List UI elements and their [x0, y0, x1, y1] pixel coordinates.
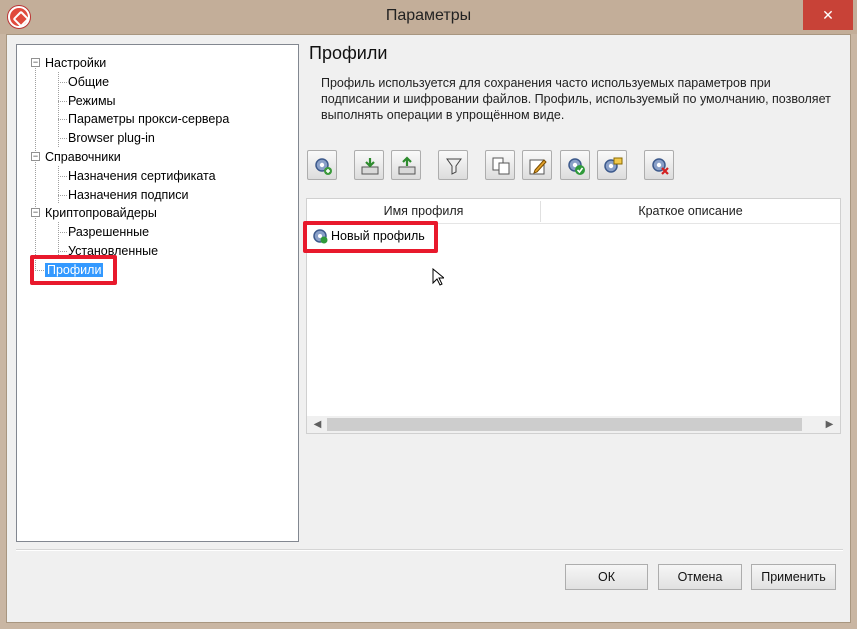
edit-profile-button[interactable] [522, 150, 552, 180]
tree-line [58, 232, 67, 233]
dialog-client-area: − Настройки Общие Режимы Параметры прокс… [6, 34, 851, 623]
apply-button[interactable]: Применить [751, 564, 836, 590]
tree-item-browser-plugin[interactable]: Browser plug-in [68, 129, 155, 147]
highlight-frame [303, 221, 438, 253]
export-profile-icon [398, 156, 416, 175]
tree-item-general[interactable]: Общие [68, 73, 109, 91]
tree-item-signature-purposes[interactable]: Назначения подписи [68, 186, 188, 204]
edit-profile-icon [529, 159, 547, 175]
collapse-toggle-icon[interactable]: − [31, 152, 40, 161]
window-title: Параметры [385, 7, 472, 24]
tree-line [58, 72, 59, 147]
create-profile-icon [315, 158, 332, 175]
column-header-description[interactable]: Краткое описание [541, 199, 840, 224]
tree-item-modes[interactable]: Режимы [68, 92, 116, 110]
filter-icon [446, 158, 462, 175]
set-default-icon [568, 158, 585, 175]
tree-item-cert-purposes[interactable]: Назначения сертификата [68, 167, 216, 185]
tree-line [58, 222, 59, 259]
import-profile-button[interactable] [354, 150, 384, 180]
page-title: Профили [309, 43, 388, 63]
cancel-button[interactable]: Отмена [658, 564, 742, 590]
tree-line [35, 63, 36, 271]
dialog-window: Параметры ✕ − Настройки Общие Режимы Пар… [0, 0, 857, 629]
ok-button[interactable]: ОК [565, 564, 648, 590]
settings-tree[interactable]: − Настройки Общие Режимы Параметры прокс… [16, 44, 299, 542]
tree-line [58, 82, 67, 83]
tree-node-crypto-providers[interactable]: Криптопровайдеры [45, 204, 157, 222]
scrollbar-thumb[interactable] [327, 418, 802, 431]
profile-properties-icon [604, 157, 623, 173]
scroll-right-icon[interactable]: ▶ [821, 416, 838, 433]
create-profile-button[interactable] [307, 150, 337, 180]
delete-profile-button[interactable] [644, 150, 674, 180]
profile-properties-button[interactable] [597, 150, 627, 180]
title-bar[interactable]: Параметры ✕ [0, 0, 857, 34]
highlight-frame [30, 255, 117, 285]
scroll-left-icon[interactable]: ◀ [309, 416, 326, 433]
tree-item-allowed[interactable]: Разрешенные [68, 223, 149, 241]
page-description: Профиль используется для сохранения част… [321, 76, 831, 122]
tree-line [58, 195, 67, 196]
tree-line [58, 176, 67, 177]
export-profile-button[interactable] [391, 150, 421, 180]
tree-node-directories[interactable]: Справочники [45, 148, 121, 166]
set-default-profile-button[interactable] [560, 150, 590, 180]
footer-divider [16, 549, 843, 551]
tree-item-proxy[interactable]: Параметры прокси-сервера [68, 110, 229, 128]
filter-button[interactable] [438, 150, 468, 180]
import-profile-icon [361, 158, 379, 175]
tree-line [58, 101, 67, 102]
tree-line [58, 138, 67, 139]
tree-node-settings[interactable]: Настройки [45, 54, 106, 72]
tree-line [58, 166, 59, 203]
copy-profile-icon [492, 157, 510, 175]
collapse-toggle-icon[interactable]: − [31, 208, 40, 217]
horizontal-scrollbar[interactable]: ◀ ▶ [307, 416, 840, 433]
mouse-cursor-icon [432, 267, 446, 289]
tree-line [58, 119, 67, 120]
collapse-toggle-icon[interactable]: − [31, 58, 40, 67]
close-button[interactable]: ✕ [803, 0, 853, 30]
copy-profile-button[interactable] [485, 150, 515, 180]
tree-line [58, 251, 67, 252]
profiles-table[interactable]: Имя профиля Краткое описание Новый профи… [303, 198, 841, 434]
delete-profile-icon [652, 158, 669, 175]
